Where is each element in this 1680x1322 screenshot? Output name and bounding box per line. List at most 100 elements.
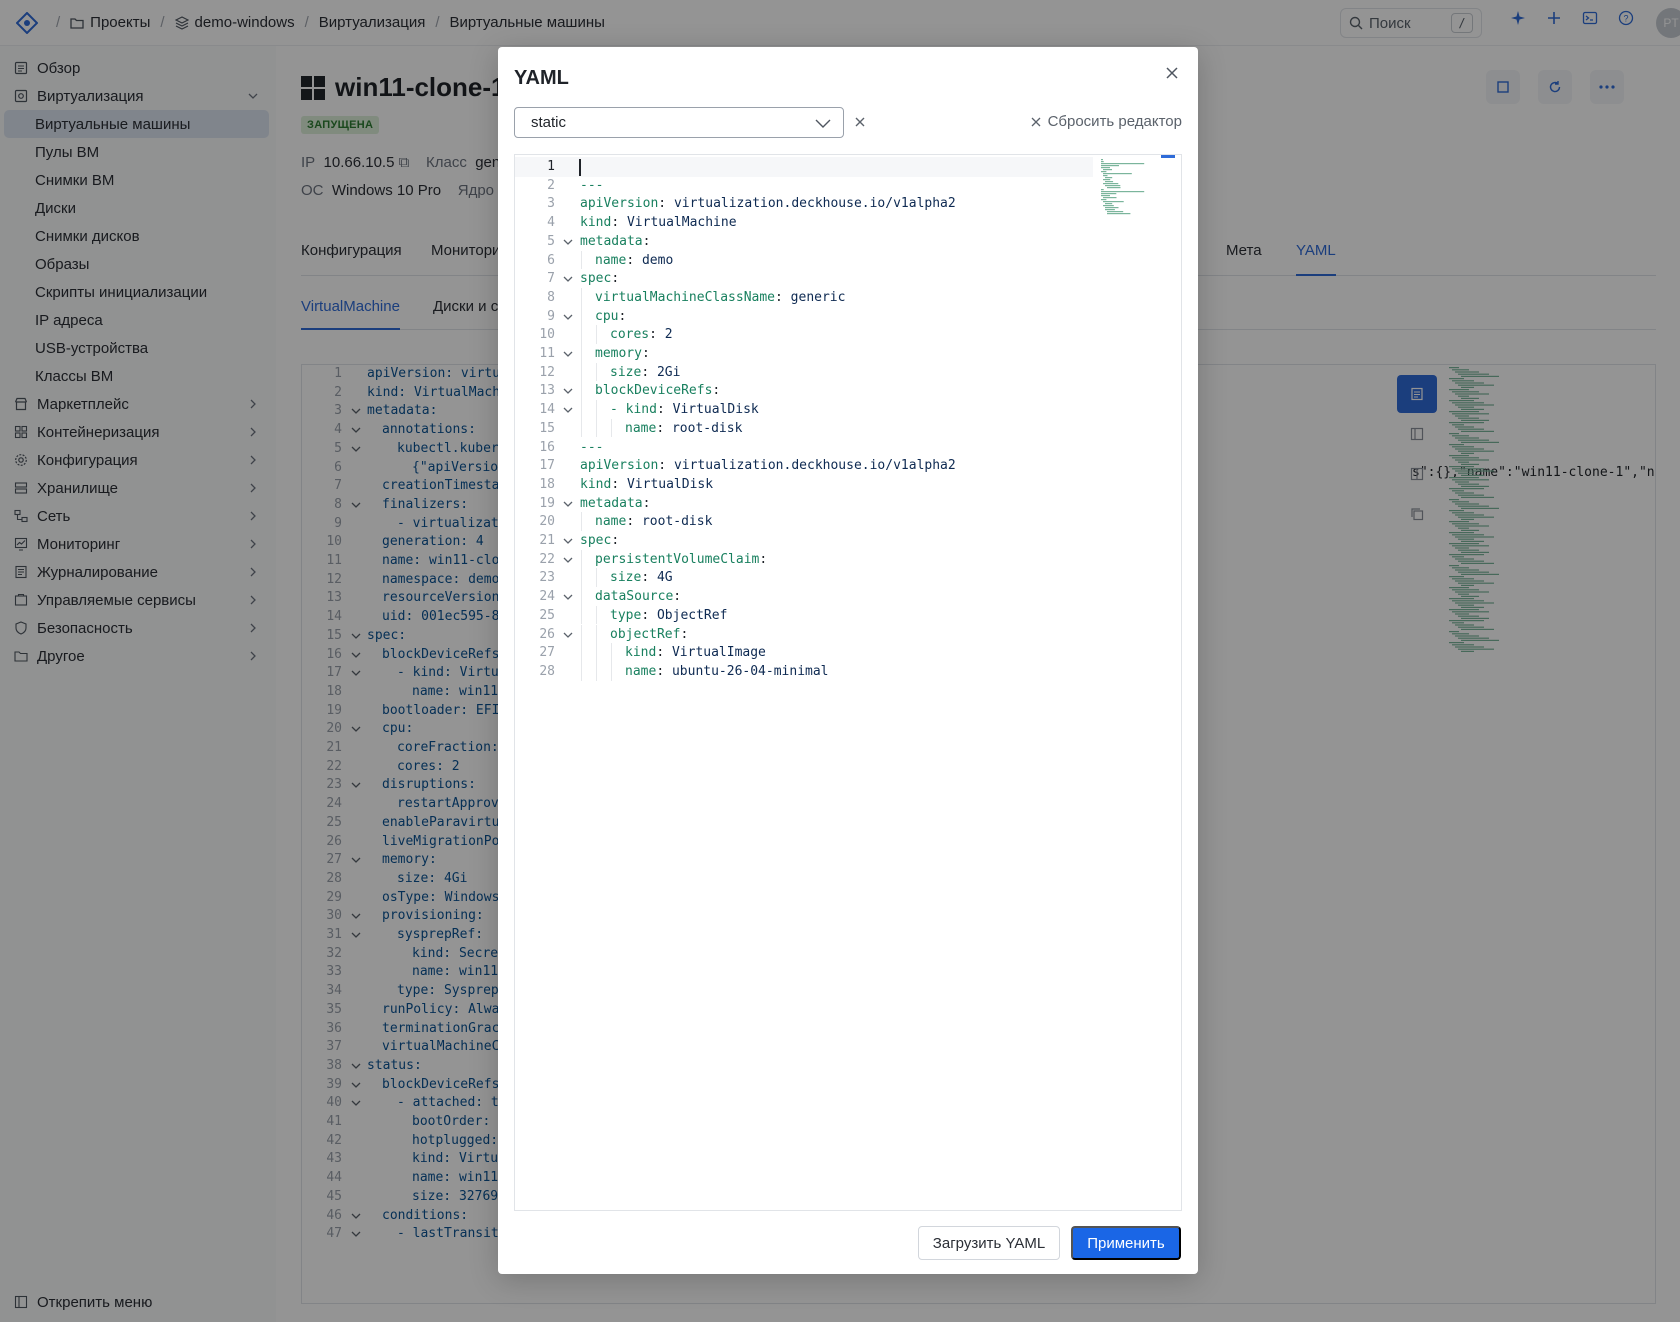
minimap-line	[1105, 181, 1114, 183]
code-text: kind: VirtualMachine	[580, 213, 737, 233]
fold-chevron-icon[interactable]	[562, 591, 574, 603]
editor-line[interactable]: 22 persistentVolumeClaim:	[515, 550, 1175, 570]
fold-chevron-icon[interactable]	[562, 348, 574, 360]
reset-editor-button[interactable]: Сбросить редактор	[1030, 113, 1182, 130]
fold-chevron-icon[interactable]	[562, 404, 574, 416]
yaml-colon: :	[626, 514, 642, 530]
editor-scroll-indicator	[1161, 155, 1175, 158]
indent-guide	[581, 549, 582, 569]
code-text: size: 4G	[610, 568, 673, 588]
reset-editor-label: Сбросить редактор	[1047, 113, 1182, 130]
indent-guide	[581, 362, 582, 382]
text-caret	[579, 159, 581, 176]
fold-chevron-icon[interactable]	[562, 498, 574, 510]
template-select[interactable]: static	[514, 107, 844, 138]
close-icon	[1031, 117, 1041, 126]
yaml-colon: :	[775, 289, 791, 305]
apply-button[interactable]: Применить	[1071, 1226, 1181, 1260]
fold-chevron-icon[interactable]	[562, 311, 574, 323]
minimap-line	[1105, 203, 1113, 205]
indent-guide	[611, 643, 612, 662]
line-number: 4	[547, 215, 555, 231]
code-text: ---	[580, 176, 603, 196]
code-text: kind: VirtualImage	[625, 643, 766, 663]
yaml-key: apiVersion	[580, 458, 659, 474]
fold-chevron-icon[interactable]	[562, 236, 574, 248]
editor-line[interactable]: 28 name: ubuntu-26-04-minimal	[515, 662, 1175, 682]
line-number: 17	[539, 458, 555, 474]
yaml-key: name	[625, 663, 657, 679]
clear-select-icon[interactable]	[853, 115, 867, 129]
indent-guide	[581, 643, 582, 662]
editor-line[interactable]: 20 name: root-disk	[515, 512, 1175, 532]
editor-line[interactable]: 9 cpu:	[515, 307, 1175, 327]
editor-line[interactable]: 23 size: 4G	[515, 568, 1175, 588]
yaml-colon: :	[759, 551, 776, 567]
indent-guide	[581, 512, 582, 531]
yaml-editor[interactable]: 1 2 --- 3 apiVersion: virtualization.deckhou…	[514, 154, 1182, 1211]
yaml-value: ubuntu-26-04-minimal	[671, 663, 829, 679]
editor-line[interactable]: 6 name: demo	[515, 251, 1175, 271]
editor-line[interactable]: 2 ---	[515, 176, 1175, 196]
yaml-colon: :	[641, 346, 658, 361]
yaml-colon: :	[656, 402, 673, 418]
editor-line[interactable]: 7 spec:	[515, 269, 1175, 289]
yaml-key: memory	[595, 346, 642, 361]
indent-guide	[581, 250, 582, 270]
editor-line[interactable]: 24 dataSource:	[515, 587, 1175, 607]
editor-line[interactable]: 18 kind: VirtualDisk	[515, 475, 1175, 495]
editor-line[interactable]: 27 kind: VirtualImage	[515, 643, 1175, 663]
editor-line[interactable]: 26 objectRef:	[515, 625, 1175, 645]
yaml-colon: :	[712, 383, 729, 399]
editor-line[interactable]: 12 size: 2Gi	[515, 363, 1175, 383]
editor-line[interactable]: 19 metadata:	[515, 494, 1175, 514]
minimap-line	[1103, 175, 1108, 177]
line-number: 14	[539, 402, 555, 418]
upload-yaml-button[interactable]: Загрузить YAML	[918, 1226, 1060, 1260]
editor-line[interactable]: 25 type: ObjectRef	[515, 606, 1175, 626]
indent-guide	[596, 568, 597, 588]
yaml-key: kind	[580, 476, 612, 492]
line-number: 10	[539, 327, 555, 343]
yaml-colon: :	[611, 215, 627, 231]
minimap-line	[1101, 161, 1104, 163]
minimap-line	[1103, 197, 1117, 199]
code-text: blockDeviceRefs:	[595, 381, 728, 401]
code-text: memory:	[595, 344, 658, 364]
line-number: 15	[539, 420, 555, 436]
fold-chevron-icon[interactable]	[562, 629, 574, 641]
code-text: cores: 2	[610, 325, 673, 345]
editor-line[interactable]: 14 - kind: VirtualDisk	[515, 400, 1175, 420]
code-text: type: ObjectRef	[610, 606, 727, 626]
editor-line[interactable]: 11 memory:	[515, 344, 1175, 364]
code-text: dataSource:	[595, 587, 689, 607]
fold-chevron-icon[interactable]	[562, 554, 574, 566]
editor-line[interactable]: 8 virtualMachineClassName: generic	[515, 288, 1175, 308]
editor-minimap[interactable]	[1099, 157, 1159, 217]
fold-chevron-icon[interactable]	[562, 535, 574, 547]
indent-guide	[581, 661, 582, 681]
editor-line[interactable]: 5 metadata:	[515, 232, 1175, 252]
code-text: apiVersion: virtualization.deckhouse.io/…	[580, 194, 956, 214]
editor-line[interactable]: 10 cores: 2	[515, 325, 1175, 345]
code-text: name: ubuntu-26-04-minimal	[625, 662, 829, 682]
editor-line[interactable]: 3 apiVersion: virtualization.deckhouse.io…	[515, 194, 1175, 214]
editor-line[interactable]: 4 kind: VirtualMachine	[515, 213, 1175, 233]
editor-line[interactable]: 15 name: root-disk	[515, 419, 1175, 439]
yaml-key: apiVersion	[580, 196, 659, 212]
editor-line[interactable]: 1	[515, 157, 1093, 177]
editor-line[interactable]: 21 spec:	[515, 531, 1175, 551]
fold-chevron-icon[interactable]	[562, 273, 574, 285]
editor-line[interactable]: 13 blockDeviceRefs:	[515, 381, 1175, 401]
yaml-key: kind	[580, 215, 612, 231]
yaml-key: persistentVolumeClaim	[595, 551, 760, 567]
line-number: 22	[539, 551, 555, 567]
minimap-line	[1103, 169, 1112, 171]
fold-chevron-icon[interactable]	[562, 385, 574, 397]
editor-line[interactable]: 17 apiVersion: virtualization.deckhouse.i…	[515, 456, 1175, 476]
indent-guide	[596, 400, 597, 419]
yaml-modal: YAML static Сбросить редактор 1 2 --- 3 apiV…	[498, 47, 1198, 1274]
editor-line[interactable]: 16 ---	[515, 438, 1175, 458]
close-button[interactable]	[1160, 61, 1184, 85]
line-number: 18	[539, 476, 555, 492]
